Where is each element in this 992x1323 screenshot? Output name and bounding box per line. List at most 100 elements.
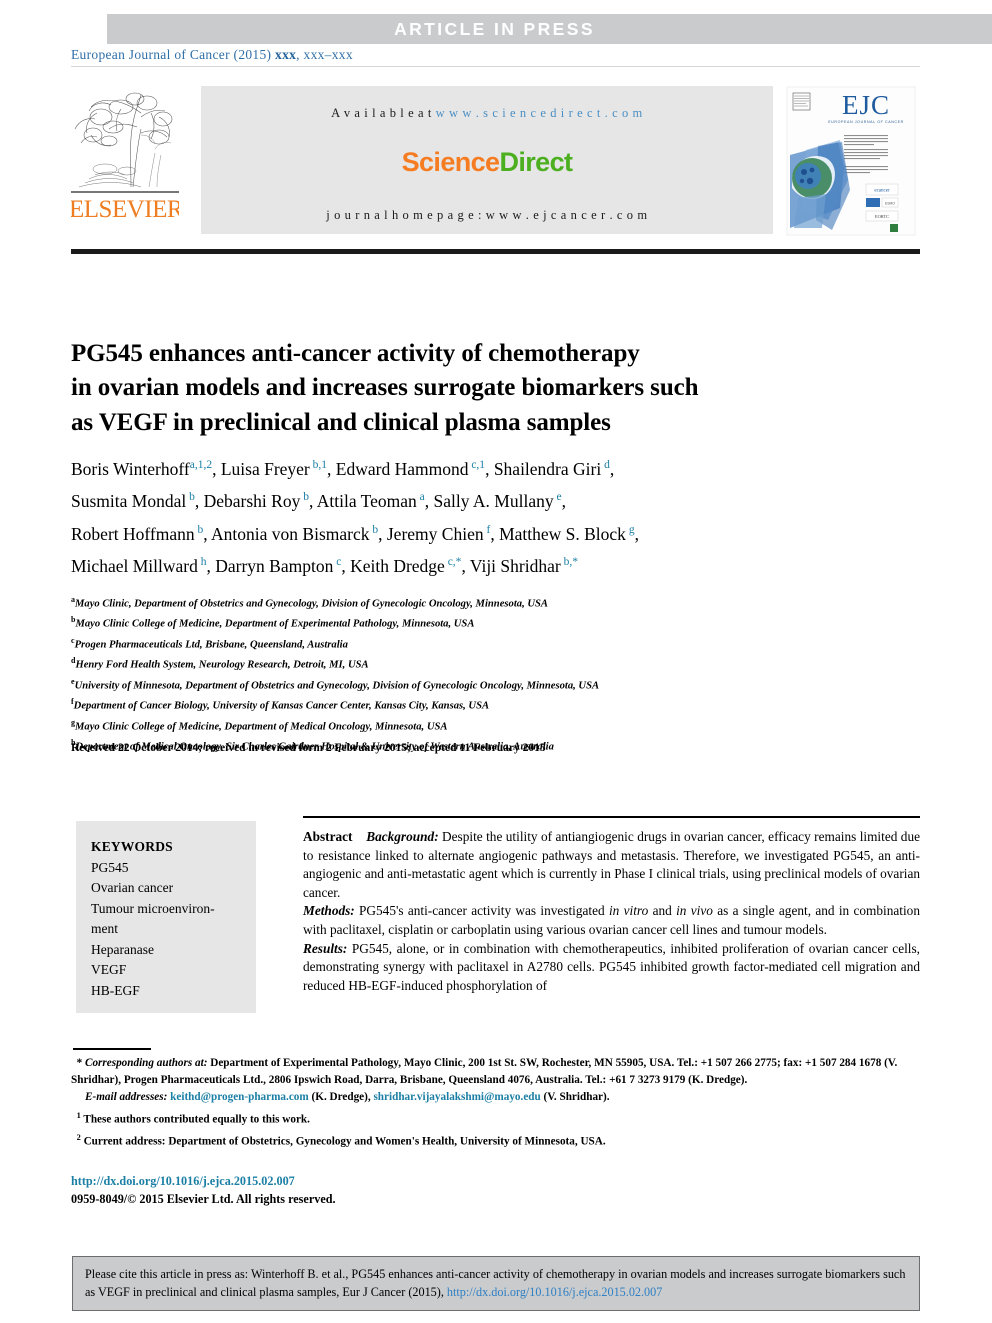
cite-this-article-box: Please cite this article in press as: Wi… (72, 1256, 920, 1311)
doi-link[interactable]: http://dx.doi.org/10.1016/j.ejca.2015.02… (71, 1172, 336, 1190)
journal-homepage-line[interactable]: j o u r n a l h o m e p a g e : w w w . … (201, 208, 773, 223)
citation-doi-link[interactable]: http://dx.doi.org/10.1016/j.ejca.2015.02… (447, 1285, 662, 1299)
author-affiliation-marker: b (300, 491, 309, 504)
email-2-attribution: (V. Shridhar). (540, 1091, 610, 1104)
author-affiliation-marker: b (369, 523, 379, 536)
svg-text:ecancer: ecancer (874, 189, 890, 194)
affiliation-item: gMayo Clinic College of Medicine, Depart… (71, 715, 891, 735)
author-list: Boris Winterhoffa,1,2, Luisa Freyer b,1,… (71, 451, 881, 580)
author-name: Darryn Bampton (215, 555, 334, 576)
affiliation-text: Mayo Clinic College of Medicine, Departm… (75, 721, 448, 733)
author-affiliation-marker: d (601, 459, 610, 471)
author-name: Debarshi Roy (203, 491, 301, 512)
keyword-item: Ovarian cancer (91, 880, 174, 895)
author-name: Keith Dredge (350, 555, 445, 576)
keywords-heading: KEYWORDS (91, 839, 173, 854)
author-affiliation-marker: g (625, 523, 635, 536)
sciencedirect-logo-direct: Direct (499, 147, 573, 177)
author-separator: , (490, 523, 500, 544)
author-affiliation-marker: c,* (444, 555, 462, 568)
abstract: Abstract Background: Despite the utility… (303, 828, 920, 995)
author-affiliation-marker: b (194, 523, 204, 536)
abstract-results-paragraph: Results: PG545, alone, or in combination… (303, 940, 920, 996)
footnotes: * Corresponding authors at: Department o… (71, 1055, 921, 1150)
author-name: Robert Hoffmann (71, 523, 195, 544)
sciencedirect-logo[interactable]: ScienceDirect (201, 147, 773, 178)
keyword-item: PG545 (91, 859, 129, 875)
sciencedirect-url[interactable]: w w w . s c i e n c e d i r e c t . c o … (436, 106, 643, 120)
email-link-dredge[interactable]: keithd@progen-pharma.com (170, 1091, 309, 1103)
abstract-methods-pre: PG545's anti-cancer activity was investi… (354, 903, 609, 919)
email-addresses-label: E-mail addresses: (85, 1091, 168, 1104)
author-line: Boris Winterhoffa,1,2, Luisa Freyer b,1,… (71, 451, 881, 483)
svg-text:EJC: EJC (842, 90, 890, 120)
journal-pages: , xxx–xxx (296, 47, 353, 62)
affiliation-text: Mayo Clinic College of Medicine, Departm… (75, 618, 475, 630)
abstract-methods-invivo: in vivo (676, 903, 713, 919)
page-title: PG545 enhances anti-cancer activity of c… (71, 337, 871, 441)
author-separator: , (378, 523, 387, 544)
journal-cover-thumbnail[interactable]: EJC EUROPEAN JOURNAL OF CANCER ecancer E… (778, 80, 921, 239)
keywords-items: PG545 Ovarian cancer Tumour microenviron-m… (91, 858, 256, 1002)
available-at-label: A v a i l a b l e a t (331, 106, 436, 120)
affiliation-item: cProgen Pharmaceuticals Ltd, Brisbane, Q… (71, 633, 891, 653)
author-name: Boris Winterhoff (71, 458, 190, 479)
available-at-line: A v a i l a b l e a t w w w . s c i e n … (201, 106, 773, 121)
author-affiliation-marker: b,* (560, 555, 578, 568)
author-name: Attila Teoman (316, 491, 417, 512)
abstract-results-text: PG545, alone, or in combination with che… (303, 940, 920, 993)
author-name: Shailendra Giri (493, 458, 602, 479)
author-name: Jeremy Chien (386, 523, 484, 544)
author-separator: , (424, 491, 434, 512)
author-name: Antonia von Bismarck (211, 523, 370, 544)
author-separator: , (212, 458, 221, 479)
author-affiliation-marker: b (186, 491, 195, 504)
footnote-1: 1 These authors contributed equally to t… (71, 1107, 921, 1129)
author-separator: , (194, 491, 204, 512)
journal-citation-line: European Journal of Cancer (2015) xxx, x… (71, 47, 353, 63)
author-separator: , (485, 458, 494, 479)
abstract-background-label: Background: (366, 829, 439, 844)
author-line: Michael Millward h, Darryn Bampton c, Ke… (71, 548, 881, 580)
author-name: Viji Shridhar (469, 555, 561, 576)
affiliation-item: eUniversity of Minnesota, Department of … (71, 674, 891, 694)
header-divider (71, 66, 920, 67)
author-line: Robert Hoffmann b, Antonia von Bismarck … (71, 516, 881, 548)
affiliation-text: Henry Ford Health System, Neurology Rese… (75, 659, 369, 671)
keyword-item: Heparanase (91, 941, 154, 957)
journal-name: European Journal of Cancer (2015) (71, 47, 276, 62)
sciencedirect-logo-science: Science (401, 147, 500, 177)
keywords-box: KEYWORDS PG545 Ovarian cancer Tumour micro… (76, 821, 256, 1013)
article-in-press-label: ARTICLE IN PRESS (394, 19, 595, 39)
journal-volume: xxx (275, 47, 297, 62)
affiliation-text: Department of Cancer Biology, University… (73, 700, 490, 712)
email-1-attribution: (K. Dredge), (308, 1091, 374, 1104)
elsevier-logo[interactable]: ELSEVIER (71, 83, 179, 233)
keyword-item: Tumour microenviron- (91, 900, 215, 916)
elsevier-tree-icon (71, 83, 179, 195)
keyword-item: VEGF (91, 962, 127, 977)
email-link-shridhar[interactable]: shridhar.vijayalakshmi@mayo.edu (373, 1091, 540, 1103)
author-affiliation-marker: c,1 (468, 459, 486, 471)
doi-copyright-block: http://dx.doi.org/10.1016/j.ejca.2015.02… (71, 1172, 336, 1208)
author-separator: , (203, 523, 212, 544)
author-separator: , (461, 555, 470, 576)
svg-text:ESMO: ESMO (885, 202, 895, 206)
journal-masthead: ELSEVIER A v a i l a b l e a t w w w . s… (71, 77, 921, 242)
cite-this-article-text: Please cite this article in press as: Wi… (73, 1257, 919, 1301)
author-affiliation-marker: e (553, 491, 562, 504)
author-separator: , (341, 555, 351, 576)
sciencedirect-panel: A v a i l a b l e a t w w w . s c i e n … (201, 86, 773, 234)
author-affiliation-marker: a,1,2 (189, 459, 213, 471)
affiliation-text: Mayo Clinic, Department of Obstetrics an… (75, 598, 548, 610)
svg-text:EUROPEAN JOURNAL OF CANCER: EUROPEAN JOURNAL OF CANCER (828, 120, 904, 124)
author-name: Michael Millward (71, 555, 198, 576)
corresponding-star: * (76, 1057, 83, 1069)
copyright-line: 0959-8049/© 2015 Elsevier Ltd. All right… (71, 1192, 336, 1206)
affiliation-item: fDepartment of Cancer Biology, Universit… (71, 694, 891, 714)
masthead-bottom-rule (71, 249, 920, 254)
article-in-press-banner: ARTICLE IN PRESS (107, 14, 992, 44)
abstract-methods-label: Methods: (303, 903, 355, 919)
affiliation-list: aMayo Clinic, Department of Obstetrics a… (71, 592, 891, 756)
abstract-methods-mid: and (648, 903, 677, 919)
